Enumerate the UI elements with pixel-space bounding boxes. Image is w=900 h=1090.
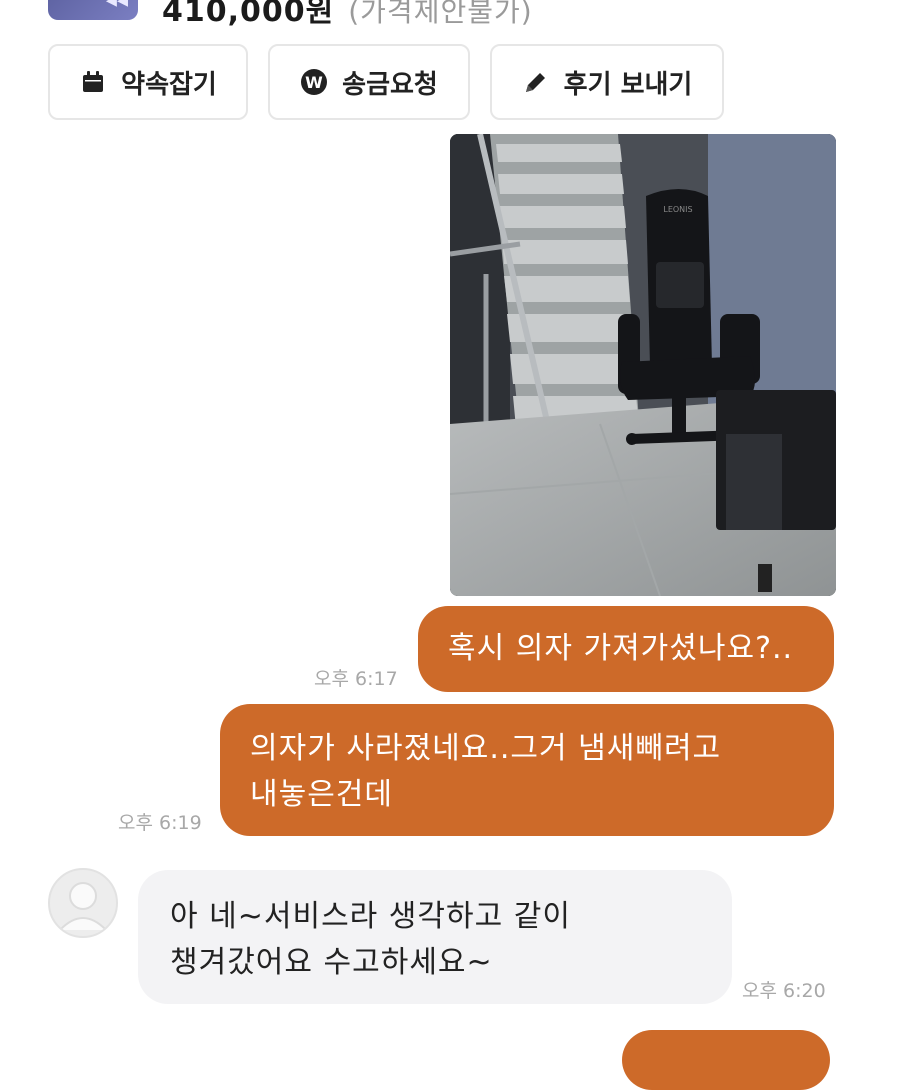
gaming-chair-photo: LEONIS [450, 134, 836, 596]
make-appointment-button[interactable]: 약속잡기 [48, 44, 248, 120]
message-timestamp: 오후 6:19 [118, 812, 202, 834]
send-review-button[interactable]: 후기 보내기 [490, 44, 724, 120]
message-text: 혹시 의자 가져가셨나요?.. [448, 631, 794, 666]
message-text-line: 아 네~서비스라 생각하고 같이 [170, 899, 571, 934]
chair-logo: LEONIS [663, 205, 692, 214]
message-text-line: 의자가 사라졌네요..그거 냄새빼려고 [250, 731, 722, 766]
send-review-label: 후기 보내기 [563, 69, 693, 100]
pencil-icon [522, 68, 550, 96]
product-price: 410,000원 (가격제안불가) [162, 0, 533, 30]
calendar-icon [79, 68, 107, 96]
other-user-avatar[interactable] [48, 868, 118, 938]
product-image-icon: ◂◂ [105, 0, 128, 13]
won-coin-icon: W [300, 68, 328, 96]
price-value: 410,000원 [162, 0, 335, 29]
my-message-bubble-partial[interactable] [622, 1030, 830, 1090]
message-timestamp: 오후 6:20 [742, 980, 826, 1002]
message-text-line: 챙겨갔어요 수고하세요~ [170, 945, 493, 980]
price-note: (가격제안불가) [348, 0, 533, 28]
my-message-bubble[interactable]: 의자가 사라졌네요..그거 냄새빼려고 내놓은건데 [220, 704, 834, 836]
user-placeholder-icon [59, 882, 107, 931]
product-thumbnail[interactable]: ◂◂ [48, 0, 138, 20]
make-appointment-label: 약속잡기 [121, 69, 217, 100]
request-remittance-label: 송금요청 [342, 69, 438, 100]
chat-photo-message[interactable]: LEONIS [450, 134, 836, 596]
their-message-bubble[interactable]: 아 네~서비스라 생각하고 같이 챙겨갔어요 수고하세요~ [138, 870, 732, 1004]
request-remittance-button[interactable]: W 송금요청 [268, 44, 470, 120]
svg-text:W: W [305, 73, 323, 92]
message-timestamp: 오후 6:17 [314, 668, 398, 690]
message-text-line: 내놓은건데 [250, 777, 393, 812]
my-message-bubble[interactable]: 혹시 의자 가져가셨나요?.. [418, 606, 834, 692]
